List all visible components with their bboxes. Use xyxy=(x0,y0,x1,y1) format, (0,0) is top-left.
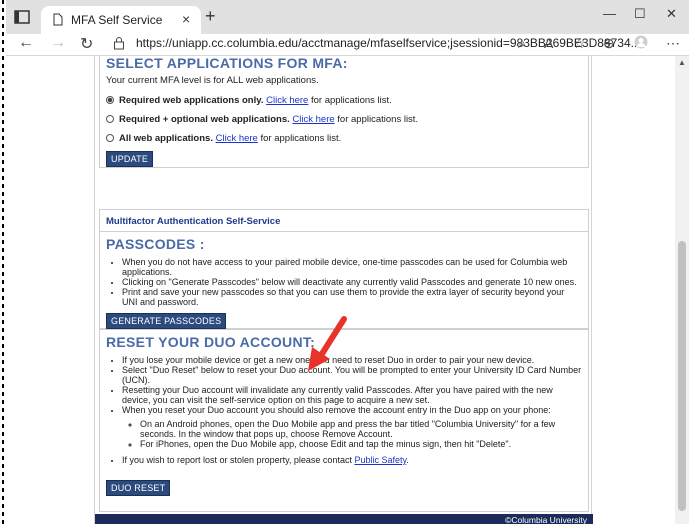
back-icon[interactable]: ← xyxy=(18,34,34,52)
search-icon[interactable]: ⌕ xyxy=(518,35,526,52)
option-required-only[interactable]: Required web applications only. Click he… xyxy=(106,95,392,106)
update-button[interactable]: UPDATE xyxy=(106,151,154,167)
passcodes-list: When you do not have access to your pair… xyxy=(122,257,582,307)
list-item: Print and save your new passcodes so tha… xyxy=(122,287,582,307)
new-tab-icon[interactable]: + xyxy=(205,6,216,27)
tab-title: MFA Self Service xyxy=(71,13,163,27)
collections-icon[interactable]: ⊕ xyxy=(603,35,615,52)
close-window-icon[interactable]: ✕ xyxy=(666,6,677,22)
radio-required-only[interactable] xyxy=(106,96,114,104)
url-text: https://uniapp.cc.columbia.edu/acctmanag… xyxy=(136,36,641,50)
scrollbar-thumb[interactable] xyxy=(678,241,686,511)
radio-all-web[interactable] xyxy=(106,134,114,142)
vertical-scrollbar[interactable]: ▲ xyxy=(675,56,689,524)
report-end: . xyxy=(406,455,409,465)
favorites-icon[interactable]: ☆ xyxy=(573,35,586,52)
passcodes-heading: PASSCODES : xyxy=(106,236,205,252)
option-required-optional[interactable]: Required + optional web applications. Cl… xyxy=(106,114,418,125)
annotation-arrow-icon xyxy=(308,316,347,371)
report-text: If you wish to report lost or stolen pro… xyxy=(122,455,355,465)
page-content: SELECT APPLICATIONS FOR MFA: Your curren… xyxy=(94,56,593,524)
avatar[interactable] xyxy=(634,35,648,52)
more-icon[interactable]: ⋯ xyxy=(666,35,680,52)
reload-icon[interactable]: ↻ xyxy=(80,34,93,54)
applications-list-link[interactable]: Click here xyxy=(216,133,258,144)
list-item: If you wish to report lost or stolen pro… xyxy=(122,455,582,465)
section-header: Multifactor Authentication Self-Service xyxy=(100,210,588,232)
minimize-icon[interactable]: — xyxy=(603,6,616,21)
browser-tab[interactable]: MFA Self Service × xyxy=(41,6,201,34)
lock-icon[interactable] xyxy=(113,36,125,50)
radio-required-optional[interactable] xyxy=(106,115,114,123)
list-item: When you reset your Duo account you shou… xyxy=(122,405,582,449)
select-applications-heading: SELECT APPLICATIONS FOR MFA: xyxy=(106,56,348,71)
option-suffix: for applications list. xyxy=(257,133,342,144)
applications-list-link[interactable]: Click here xyxy=(292,114,334,125)
address-bar[interactable]: https://uniapp.cc.columbia.edu/acctmanag… xyxy=(101,34,641,54)
scroll-up-icon[interactable]: ▲ xyxy=(678,58,686,67)
sub-list-item: On an Android phones, open the Duo Mobil… xyxy=(140,419,582,439)
option-suffix: for applications list. xyxy=(308,95,392,106)
read-aloud-icon[interactable]: A xyxy=(544,35,553,51)
current-mfa-level: Your current MFA level is for ALL web ap… xyxy=(106,75,319,86)
section-title: Multifactor Authentication Self-Service xyxy=(106,216,281,227)
reset-duo-heading: RESET YOUR DUO ACCOUNT: xyxy=(106,334,316,350)
option-label: All web applications. xyxy=(119,133,213,144)
browser-tab-bar: MFA Self Service × + — ☐ ✕ xyxy=(6,0,689,34)
option-all-web[interactable]: All web applications. Click here for app… xyxy=(106,133,341,144)
option-label: Required + optional web applications. xyxy=(119,114,290,125)
tab-close-icon[interactable]: × xyxy=(182,11,190,27)
applications-list-link[interactable]: Click here xyxy=(266,95,308,106)
option-suffix: for applications list. xyxy=(334,114,419,125)
list-item: Clicking on "Generate Passcodes" below w… xyxy=(122,277,582,287)
tab-actions-icon[interactable] xyxy=(14,10,30,24)
maximize-icon[interactable]: ☐ xyxy=(634,6,646,22)
page-edge-marker xyxy=(0,0,5,524)
sub-list-item: For iPhones, open the Duo Mobile app, ch… xyxy=(140,439,582,449)
list-item-text: When you reset your Duo account you shou… xyxy=(122,405,551,415)
option-label: Required web applications only. xyxy=(119,95,264,106)
duo-reset-button[interactable]: DUO RESET xyxy=(106,480,171,496)
forward-icon[interactable]: → xyxy=(50,34,66,52)
page-icon xyxy=(53,13,63,26)
passcodes-panel: Multifactor Authentication Self-Service … xyxy=(99,209,589,329)
sub-list: On an Android phones, open the Duo Mobil… xyxy=(140,419,582,449)
list-item: When you do not have access to your pair… xyxy=(122,257,582,277)
browser-toolbar: ← → ↻ https://uniapp.cc.columbia.edu/acc… xyxy=(6,34,689,56)
generate-passcodes-button[interactable]: GENERATE PASSCODES xyxy=(106,313,227,329)
page-viewport: SELECT APPLICATIONS FOR MFA: Your curren… xyxy=(6,56,675,524)
list-item: Resetting your Duo account will invalida… xyxy=(122,385,582,405)
public-safety-link[interactable]: Public Safety xyxy=(354,455,406,465)
select-applications-panel: SELECT APPLICATIONS FOR MFA: Your curren… xyxy=(99,56,589,168)
page-footer: ©Columbia University xyxy=(95,514,593,524)
